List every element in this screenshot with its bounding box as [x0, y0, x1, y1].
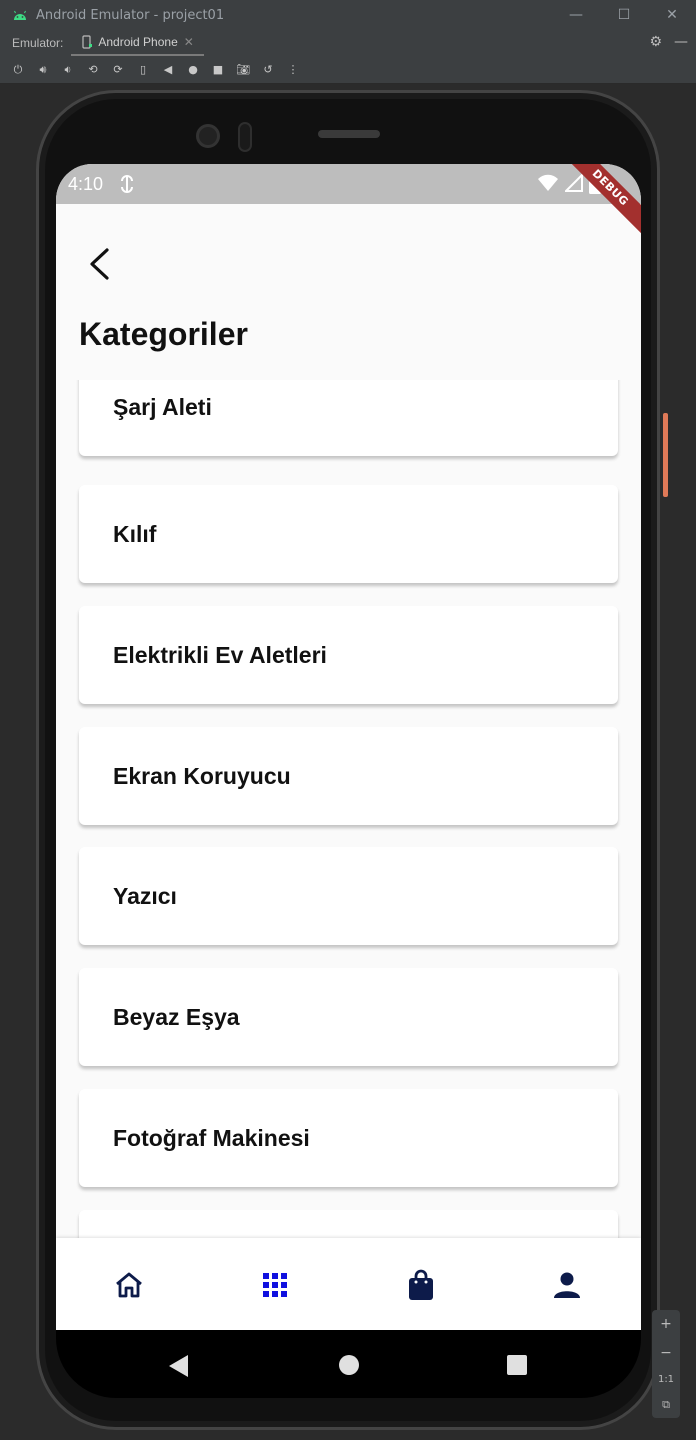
home-button-icon[interactable]: ●	[185, 62, 201, 78]
system-back-icon[interactable]	[168, 1354, 190, 1378]
sensor-icon	[238, 122, 252, 152]
category-label: Şarj Aleti	[113, 393, 212, 420]
phone-icon	[82, 35, 93, 49]
category-label: Kılıf	[113, 520, 157, 547]
tab-label: Android Phone	[98, 35, 178, 49]
status-bar: 4:10	[56, 164, 641, 204]
more-icon[interactable]: ⋮	[285, 62, 301, 78]
front-camera-icon	[196, 124, 220, 148]
category-card[interactable]: Beyaz Eşya	[79, 968, 618, 1066]
system-overview-icon[interactable]	[506, 1354, 528, 1376]
emulator-toolbar: ⏻ 🔊︎ 🔉︎ ⟲ ⟳ ▯ ◀ ● ■ 📷︎ ↺ ⋮	[0, 56, 696, 84]
category-label: Fotoğraf Makinesi	[113, 1124, 310, 1151]
category-label: Elektrikli Ev Aletleri	[113, 641, 327, 668]
back-icon[interactable]: ◀	[160, 62, 176, 78]
minimize-button[interactable]: —	[552, 0, 600, 30]
android-navigation-bar	[56, 1330, 641, 1398]
fit-screen-icon[interactable]: ⧉	[662, 1398, 670, 1412]
category-card-partial[interactable]	[79, 1210, 618, 1238]
bottom-navigation-bar	[56, 1238, 641, 1330]
system-home-icon[interactable]	[338, 1354, 360, 1376]
back-button[interactable]	[82, 244, 116, 284]
category-card[interactable]: Şarj Aleti	[79, 380, 618, 456]
cell-signal-icon	[565, 174, 583, 192]
earpiece-speaker	[318, 130, 380, 138]
category-card[interactable]: Ekran Koruyucu	[79, 727, 618, 825]
volume-up-icon[interactable]: 🔊︎	[35, 62, 51, 78]
page-title: Kategoriler	[79, 316, 248, 352]
window-title: Android Emulator - project01	[36, 7, 225, 23]
nav-categories-button[interactable]	[258, 1268, 292, 1302]
overview-icon[interactable]: ■	[210, 62, 226, 78]
category-list[interactable]: Şarj Aleti Kılıf Elektrikli Ev Aletleri …	[56, 380, 641, 1238]
maximize-button[interactable]: ☐	[600, 0, 648, 30]
settings-gear-icon[interactable]: ⚙	[649, 34, 662, 50]
snapshot-icon[interactable]: ↺	[260, 62, 276, 78]
camera-screenshot-icon[interactable]: 📷︎	[235, 62, 251, 78]
phone-screen: 4:10 DEBUG Kategoriler Şarj Aleti Kılıf	[56, 164, 641, 1330]
hide-panel-icon[interactable]: —	[674, 34, 688, 50]
emulator-tab-bar: Emulator: Android Phone ✕ ⚙ —	[0, 30, 696, 56]
zoom-in-button[interactable]: +	[660, 1316, 672, 1332]
zoom-controls: + − 1:1 ⧉	[652, 1310, 680, 1418]
zoom-ratio-button[interactable]: 1:1	[658, 1374, 674, 1385]
zoom-out-button[interactable]: −	[660, 1345, 672, 1361]
volume-down-icon[interactable]: 🔉︎	[60, 62, 76, 78]
category-label: Ekran Koruyucu	[113, 762, 291, 789]
tab-close-icon[interactable]: ✕	[184, 35, 194, 49]
category-card[interactable]: Kılıf	[79, 485, 618, 583]
sync-icon	[121, 175, 134, 193]
tab-android-phone[interactable]: Android Phone ✕	[71, 30, 204, 56]
power-icon[interactable]: ⏻	[10, 62, 26, 78]
rotate-left-icon[interactable]: ⟲	[85, 62, 101, 78]
home-icon	[116, 1272, 142, 1298]
category-card[interactable]: Yazıcı	[79, 847, 618, 945]
android-icon	[14, 10, 26, 20]
status-time: 4:10	[68, 173, 104, 194]
grid-icon	[263, 1273, 287, 1297]
category-card[interactable]: Fotoğraf Makinesi	[79, 1089, 618, 1187]
category-card[interactable]: Elektrikli Ev Aletleri	[79, 606, 618, 704]
person-icon	[554, 1272, 580, 1298]
close-button[interactable]: ✕	[648, 0, 696, 30]
shopping-bag-icon	[409, 1269, 433, 1300]
fold-icon[interactable]: ▯	[135, 62, 151, 78]
category-label: Beyaz Eşya	[113, 1003, 240, 1030]
wifi-icon	[538, 174, 558, 191]
rotate-right-icon[interactable]: ⟳	[110, 62, 126, 78]
nav-cart-button[interactable]	[404, 1268, 438, 1302]
emulator-label: Emulator:	[12, 36, 64, 50]
nav-profile-button[interactable]	[550, 1268, 584, 1302]
arrow-back-icon	[90, 248, 109, 280]
emulator-title-bar: Android Emulator - project01 — ☐ ✕	[0, 0, 696, 30]
category-label: Yazıcı	[113, 882, 177, 909]
nav-home-button[interactable]	[112, 1268, 146, 1302]
power-side-button[interactable]	[663, 413, 668, 497]
